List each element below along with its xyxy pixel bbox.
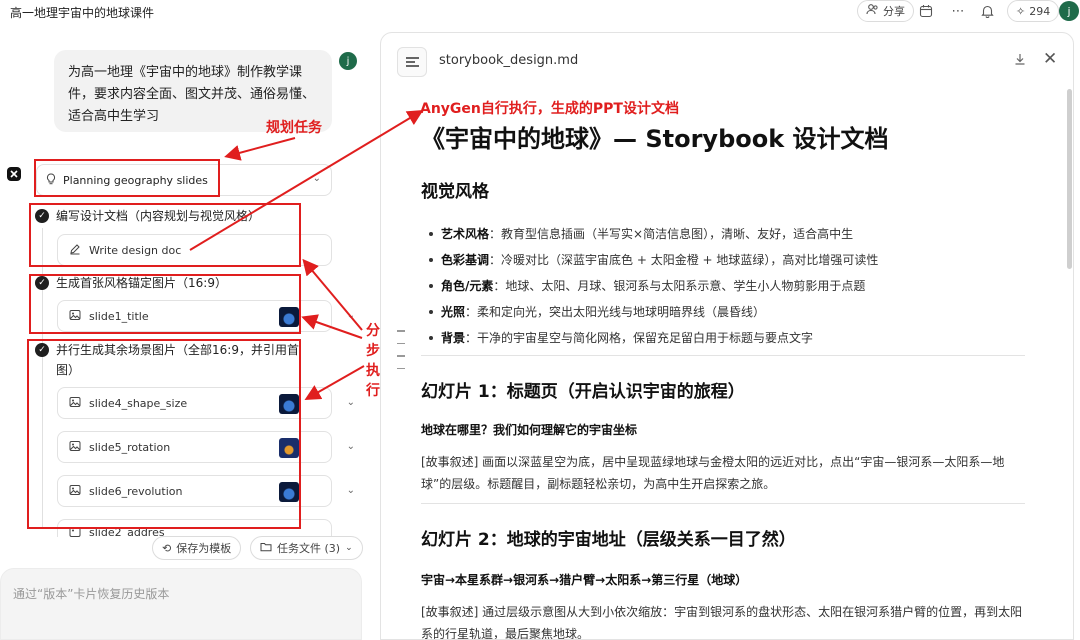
annotation-doc-generated: AnyGen自行执行，生成的PPT设计文档 bbox=[420, 101, 679, 117]
annotation-step-char-3: 执 bbox=[366, 363, 380, 379]
save-template-label: 保存为模板 bbox=[176, 542, 232, 555]
user-avatar: j bbox=[339, 52, 357, 70]
credits-count: 294 bbox=[1029, 4, 1051, 18]
list-item: 背景：干净的宇宙星空与简化网格，保留充足留白用于标题与要点文字 bbox=[429, 325, 1029, 351]
divider bbox=[421, 355, 1025, 356]
annotation-plan-task: 规划任务 bbox=[266, 120, 322, 136]
section-heading-visual-style: 视觉风格 bbox=[421, 182, 489, 202]
sparkle-icon: ✧ bbox=[1016, 4, 1026, 18]
chevron-down-icon[interactable]: ⌄ bbox=[347, 485, 355, 496]
schedule-icon[interactable] bbox=[918, 3, 934, 19]
users-icon bbox=[866, 3, 879, 19]
save-template-button[interactable]: ⟲ 保存为模板 bbox=[152, 536, 242, 560]
document-file-name: storybook_design.md bbox=[439, 53, 579, 68]
outline-markers[interactable] bbox=[397, 330, 407, 380]
document-title: 《宇宙中的地球》— Storybook 设计文档 bbox=[421, 125, 889, 153]
visual-style-list: 艺术风格：教育型信息插画（半写实×简洁信息图），清晰、友好，适合高中生 色彩基调… bbox=[429, 221, 1029, 351]
agent-logo-icon bbox=[6, 166, 22, 182]
slide-2-subheading: 宇宙→本星系群→银河系→猎户臂→太阳系→第三行星（地球） bbox=[421, 573, 748, 587]
credits-button[interactable]: ✧ 294 bbox=[1007, 0, 1060, 22]
slide-1-subheading: 地球在哪里？我们如何理解它的宇宙坐标 bbox=[421, 423, 638, 437]
download-icon[interactable] bbox=[1014, 53, 1026, 68]
chevron-down-icon: ⌄ bbox=[345, 543, 353, 553]
list-item: 角色/元素：地球、太阳、月球、银河系与太阳系示意、学生小人物剪影用于点题 bbox=[429, 273, 1029, 299]
chat-input[interactable]: 通过“版本”卡片恢复历史版本 bbox=[0, 568, 362, 640]
annotation-box-step-1 bbox=[29, 203, 301, 267]
top-bar: 高一地理宇宙中的地球课件 分享 ⋯ ✧ 294 j bbox=[0, 0, 1080, 24]
arrow-plan bbox=[224, 137, 296, 161]
app-title: 高一地理宇宙中的地球课件 bbox=[10, 6, 155, 20]
folder-icon bbox=[260, 541, 272, 555]
annotation-step-char-4: 行 bbox=[366, 383, 380, 399]
annotation-box-plan bbox=[34, 159, 220, 197]
list-item: 艺术风格：教育型信息插画（半写实×简洁信息图），清晰、友好，适合高中生 bbox=[429, 221, 1029, 247]
annotation-box-step-3 bbox=[27, 339, 301, 529]
chevron-down-icon[interactable]: ⌄ bbox=[313, 173, 321, 184]
divider bbox=[421, 503, 1025, 504]
chevron-down-icon[interactable]: ⌄ bbox=[347, 310, 355, 321]
section-heading-slide-2: 幻灯片 2：地球的宇宙地址（层级关系一目了然） bbox=[421, 530, 796, 550]
list-item: 光照：柔和定向光，突出太阳光线与地球明暗界线（晨昏线） bbox=[429, 299, 1029, 325]
list-item: 色彩基调：冷暖对比（深蓝宇宙底色 + 太阳金橙 + 地球蓝绿），高对比增强可读性 bbox=[429, 247, 1029, 273]
avatar[interactable]: j bbox=[1059, 1, 1079, 21]
share-button[interactable]: 分享 bbox=[857, 0, 914, 22]
document-header: storybook_design.md ✕ bbox=[381, 33, 1073, 89]
chevron-down-icon[interactable]: ⌄ bbox=[347, 441, 355, 452]
annotation-step-char-1: 分 bbox=[366, 323, 380, 339]
slide-1-story: [故事叙述] 画面以深蓝星空为底，居中呈现蓝绿地球与金橙太阳的远近对比，点出“宇… bbox=[421, 455, 1005, 491]
share-label: 分享 bbox=[883, 5, 905, 18]
task-files-label: 任务文件 (3) bbox=[277, 542, 341, 555]
slide-2-story: [故事叙述] 通过层级示意图从大到小依次缩放：宇宙到银河系的盘状形态、太阳在银河… bbox=[421, 605, 1023, 640]
save-template-icon: ⟲ bbox=[162, 541, 172, 555]
task-files-button[interactable]: 任务文件 (3) ⌄ bbox=[250, 536, 363, 560]
close-icon[interactable]: ✕ bbox=[1043, 49, 1057, 69]
scrollbar[interactable] bbox=[1067, 89, 1072, 269]
section-heading-slide-1: 幻灯片 1：标题页（开启认识宇宙的旅程） bbox=[421, 382, 745, 402]
bell-icon[interactable] bbox=[979, 3, 995, 19]
annotation-step-char-2: 步 bbox=[366, 343, 380, 359]
chat-input-placeholder: 通过“版本”卡片恢复历史版本 bbox=[13, 587, 170, 601]
annotation-box-step-2 bbox=[29, 274, 301, 334]
document-panel: storybook_design.md ✕ 《宇宙中的地球》— Storyboo… bbox=[380, 32, 1074, 640]
document-file-icon bbox=[397, 47, 427, 77]
chevron-down-icon[interactable]: ⌄ bbox=[347, 397, 355, 408]
more-icon[interactable]: ⋯ bbox=[950, 3, 966, 19]
